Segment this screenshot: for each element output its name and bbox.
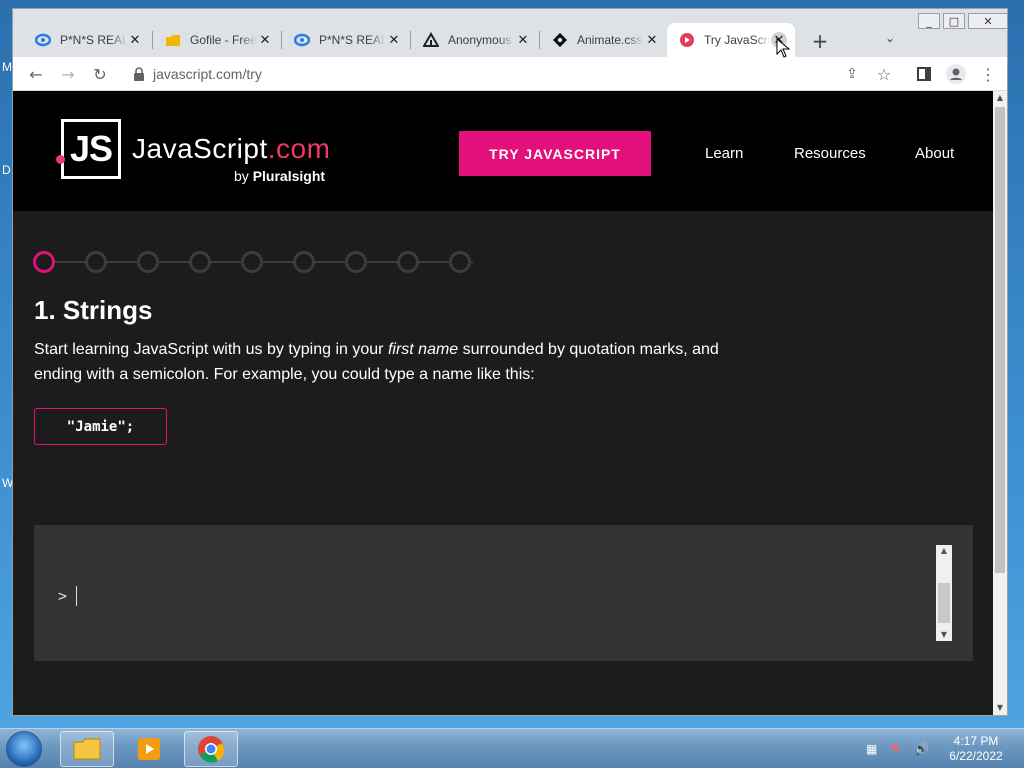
chrome-taskbar-button[interactable] <box>184 731 238 767</box>
back-arrow-icon[interactable]: ← <box>23 61 49 87</box>
page-scrollbar[interactable]: ▲ ▼ <box>993 91 1007 715</box>
lesson-progress <box>33 251 493 273</box>
tab-title: P*N*S REAL <box>319 33 386 47</box>
window-close-button[interactable]: ✕ <box>968 13 1008 29</box>
file-explorer-taskbar-button[interactable] <box>60 731 114 767</box>
animate-logo-icon <box>552 32 568 48</box>
tab[interactable]: P*N*S REAL ✕ <box>282 23 410 57</box>
triangle-logo-icon <box>423 32 439 48</box>
step-dot[interactable] <box>345 251 367 273</box>
step-dot[interactable] <box>85 251 107 273</box>
step-dot[interactable] <box>137 251 159 273</box>
system-clock[interactable]: 4:17 PM 6/22/2022 <box>940 734 1012 764</box>
page-scroll-thumb[interactable] <box>995 107 1005 573</box>
folder-icon <box>165 32 181 48</box>
close-tab-icon[interactable]: ✕ <box>515 32 531 48</box>
action-center-flag-icon[interactable]: ⚑ <box>890 742 901 756</box>
menu-kebab-icon[interactable]: ⋮ <box>975 61 1001 87</box>
network-icon[interactable]: ▦ <box>866 742 877 756</box>
scroll-down-icon[interactable]: ▼ <box>993 701 1007 715</box>
lesson-instructions: Start learning JavaScript with us by typ… <box>34 341 719 383</box>
lock-icon[interactable] <box>133 67 145 81</box>
tab[interactable]: P*N*S REAL ✕ <box>23 23 151 57</box>
scroll-down-icon[interactable]: ▼ <box>936 629 952 641</box>
brand-byline: by Pluralsight <box>234 168 326 184</box>
tab[interactable]: Animate.css ✕ <box>540 23 668 57</box>
console-input-caret[interactable] <box>76 586 77 606</box>
blue-swirl-icon <box>294 32 310 48</box>
close-tab-icon[interactable]: ✕ <box>644 32 660 48</box>
step-dot-active[interactable] <box>33 251 55 273</box>
media-player-taskbar-button[interactable] <box>122 731 176 767</box>
step-dot[interactable] <box>241 251 263 273</box>
share-icon[interactable]: ⇪ <box>839 61 865 87</box>
media-player-icon <box>138 738 160 760</box>
tab[interactable]: Anonymous ✕ <box>411 23 539 57</box>
console-scrollbar[interactable]: ▲ ▼ <box>936 545 952 641</box>
tab-title: Anonymous <box>448 33 512 47</box>
site-logo[interactable]: JS <box>61 119 121 179</box>
step-dot[interactable] <box>189 251 211 273</box>
red-play-icon <box>679 32 695 48</box>
tab-search-chevron-icon[interactable]: ⌄ <box>885 31 895 45</box>
web-page: JS JavaScript.com by Pluralsight TRY JAV… <box>13 91 993 715</box>
bookmark-star-icon[interactable]: ☆ <box>871 61 897 87</box>
profile-avatar-icon[interactable] <box>943 61 969 87</box>
lesson-title: 1. Strings <box>34 295 153 325</box>
desktop-label-fragment: D <box>2 163 11 177</box>
tab-title: Gofile - Free <box>190 33 257 47</box>
start-button[interactable] <box>6 731 42 767</box>
minimize-button[interactable]: _ <box>918 13 940 29</box>
step-dot[interactable] <box>397 251 419 273</box>
chrome-icon <box>198 736 225 763</box>
blue-swirl-icon <box>35 32 51 48</box>
step-dot[interactable] <box>449 251 471 273</box>
console-prompt: > <box>58 587 68 605</box>
reload-icon[interactable]: ↻ <box>87 61 113 87</box>
tab-title: Try JavaScript <box>704 33 771 47</box>
volume-icon[interactable]: 🔊 <box>914 742 929 756</box>
side-panel-icon[interactable] <box>911 61 937 87</box>
browser-window: _ □ ✕ P*N*S REAL ✕ Gofile - Free ✕ P*N*S… <box>12 8 1008 716</box>
logo-dot <box>56 155 65 164</box>
desktop-label-fragment: M <box>2 60 12 74</box>
new-tab-button[interactable]: + <box>808 29 832 53</box>
close-tab-icon[interactable]: ✕ <box>127 32 143 48</box>
nav-link-about[interactable]: About <box>915 145 954 162</box>
console-scroll-thumb[interactable] <box>938 583 950 623</box>
tab-strip: _ □ ✕ P*N*S REAL ✕ Gofile - Free ✕ P*N*S… <box>13 9 1008 57</box>
example-code: "Jamie"; <box>34 408 167 445</box>
tab-title: Animate.css <box>577 33 643 47</box>
site-header: JS JavaScript.com by Pluralsight TRY JAV… <box>13 91 993 211</box>
scroll-up-icon[interactable]: ▲ <box>993 91 1007 105</box>
tab[interactable]: Gofile - Free ✕ <box>153 23 281 57</box>
forward-arrow-icon[interactable]: → <box>55 61 81 87</box>
nav-link-resources[interactable]: Resources <box>794 145 866 162</box>
scroll-up-icon[interactable]: ▲ <box>936 545 952 557</box>
folder-icon <box>73 738 101 760</box>
code-console[interactable]: > ▲ ▼ <box>34 525 973 661</box>
nav-link-learn[interactable]: Learn <box>705 145 743 162</box>
close-tab-icon[interactable]: ✕ <box>257 32 273 48</box>
maximize-button[interactable]: □ <box>943 13 965 29</box>
tab-title: P*N*S REAL <box>60 33 127 47</box>
close-tab-icon[interactable]: ✕ <box>386 32 402 48</box>
step-dot[interactable] <box>293 251 315 273</box>
url-text[interactable]: javascript.com/try <box>153 66 262 82</box>
try-javascript-button[interactable]: TRY JAVASCRIPT <box>459 131 651 176</box>
taskbar: ▦ ⚑ 🔊 4:17 PM 6/22/2022 <box>0 728 1024 768</box>
brand-name[interactable]: JavaScript.com <box>132 133 330 165</box>
address-bar[interactable]: javascript.com/try <box>125 61 905 87</box>
mouse-cursor-icon <box>776 37 791 63</box>
browser-toolbar: ← → ↻ javascript.com/try ⇪ ☆ ⋮ <box>13 57 1007 91</box>
